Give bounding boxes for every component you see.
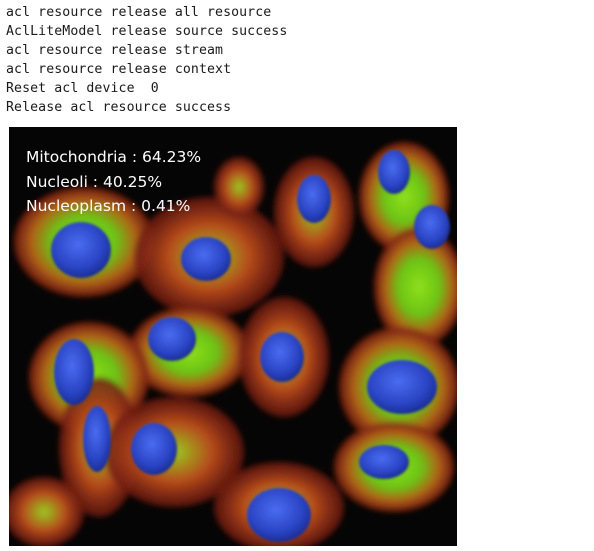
- nucleus: [359, 445, 409, 479]
- nucleus: [51, 222, 111, 278]
- nucleus: [378, 150, 410, 194]
- mitochondria-stat: Mitochondria : 64.23%: [26, 148, 202, 166]
- console-line: acl resource release stream: [6, 43, 224, 58]
- console-log: acl resource release all resource AclLit…: [6, 0, 586, 117]
- nucleus: [414, 205, 450, 249]
- console-line: acl resource release all resource: [6, 5, 272, 20]
- cell-fluorescence-image: Mitochondria : 64.23% Nucleoli : 40.25% …: [9, 127, 457, 546]
- nucleus: [54, 339, 94, 405]
- console-output-page: acl resource release all resource AclLit…: [0, 0, 594, 551]
- console-line: AclLiteModel release source success: [6, 24, 288, 39]
- nucleus: [297, 175, 331, 223]
- console-line: acl resource release context: [6, 62, 232, 77]
- segmentation-stats-overlay: Mitochondria : 64.23% Nucleoli : 40.25% …: [26, 145, 201, 219]
- nucleus: [367, 360, 437, 414]
- nucleus: [247, 488, 311, 542]
- console-line: Reset acl device 0: [6, 81, 159, 96]
- nucleus: [181, 237, 231, 281]
- nucleus: [131, 423, 177, 475]
- nucleus: [83, 406, 111, 472]
- nucleus: [260, 332, 304, 382]
- console-line: Release acl resource success: [6, 100, 232, 115]
- nucleoli-stat: Nucleoli : 40.25%: [26, 172, 163, 191]
- nucleoplasm-stat: Nucleoplasm : 0.41%: [26, 197, 191, 215]
- nucleus: [148, 317, 196, 361]
